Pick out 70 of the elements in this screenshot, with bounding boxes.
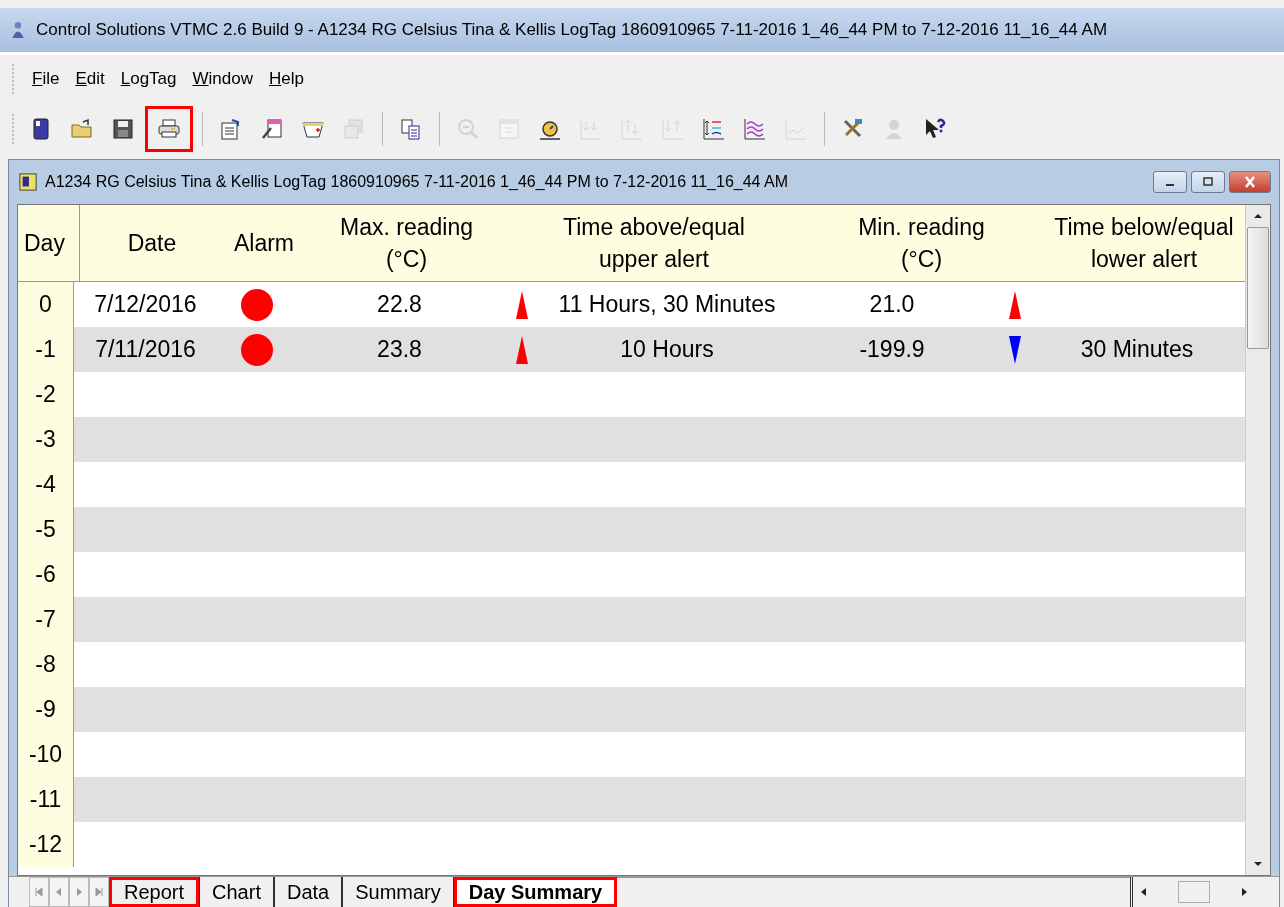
day-cell: -5	[18, 507, 74, 552]
day-cell: -1	[18, 327, 74, 372]
previous-icon	[54, 887, 64, 897]
scrollbar-thumb[interactable]	[1247, 227, 1269, 349]
window-title: Control Solutions VTMC 2.6 Build 9 - A1234 RG Celsius Tina & Kellis LogTag 1860910965 7-11-2016 1_46_44 PM to 7-12-2016 11_16_44 AM	[36, 20, 1108, 40]
chart-icon	[660, 116, 686, 142]
date-cell: 7/11/2016	[95, 336, 196, 363]
calendar-icon	[496, 116, 522, 142]
column-header: Time below/equal lower alert	[1053, 213, 1235, 274]
time-above-cell: 11 Hours, 30 Minutes	[558, 291, 776, 318]
printer-button[interactable]	[145, 106, 193, 152]
chart-icon	[701, 116, 727, 142]
column-header: Alarm	[232, 229, 296, 258]
first-icon	[34, 887, 44, 897]
day-cell: -9	[18, 687, 74, 732]
day-cell: -7	[18, 597, 74, 642]
minimize-button[interactable]	[1153, 171, 1187, 193]
date-cell: 7/12/2016	[94, 291, 197, 318]
next-icon	[74, 887, 84, 897]
menu-item[interactable]: File	[29, 67, 63, 91]
max-reading-cell: 22.8	[377, 291, 422, 318]
scrollbar-thumb[interactable]	[1178, 881, 1210, 903]
column-header: Max. reading (°C)	[339, 213, 474, 274]
sheet-tab[interactable]: Summary	[342, 877, 454, 907]
day-cell: -3	[18, 417, 74, 462]
close-button[interactable]	[1229, 171, 1271, 193]
minimize-icon	[1166, 184, 1174, 186]
column-header: Date	[126, 229, 178, 258]
scroll-right-icon[interactable]	[1239, 887, 1249, 897]
column-header: Min. reading (°C)	[857, 213, 986, 274]
day-cell: 0	[18, 282, 74, 327]
zoom-out-icon	[455, 116, 481, 142]
menu-item[interactable]: Help	[266, 67, 307, 91]
day-cell: -2	[18, 372, 74, 417]
last-tab-button[interactable]	[89, 877, 109, 907]
chart-icon	[783, 116, 809, 142]
day-cell: -4	[18, 462, 74, 507]
scroll-down-icon[interactable]	[1253, 859, 1263, 869]
chart-icon	[742, 116, 768, 142]
document-title: A1234 RG Celsius Tina & Kellis LogTag 1860910965 7-11-2016 1_46_44 PM to 7-12-2016 11_16_44 AM	[45, 173, 790, 191]
sheet-tab[interactable]: Report	[109, 877, 200, 907]
next-tab-button[interactable]	[69, 877, 89, 907]
chart-icon	[619, 116, 645, 142]
last-icon	[94, 887, 104, 897]
document-icon	[19, 173, 37, 191]
maximize-button[interactable]	[1191, 171, 1225, 193]
menu-item[interactable]: Edit	[72, 67, 108, 91]
chart-icon	[578, 116, 604, 142]
scroll-up-icon[interactable]	[1253, 211, 1263, 221]
menu-item[interactable]: LogTag	[117, 67, 180, 91]
min-reading-cell: 21.0	[869, 291, 915, 318]
scroll-left-icon[interactable]	[1139, 887, 1149, 897]
vertical-scrollbar[interactable]	[1245, 205, 1270, 875]
day-cell: -8	[18, 642, 74, 687]
day-cell: -6	[18, 552, 74, 597]
time-below-cell: 30 Minutes	[1080, 336, 1194, 363]
menu-item[interactable]: Window	[189, 67, 256, 91]
sheet-tab[interactable]: Data	[273, 877, 343, 907]
day-cell: -10	[18, 732, 74, 777]
sheet-tab[interactable]: Day Summary	[453, 877, 618, 907]
time-above-cell: 10 Hours	[620, 336, 714, 363]
column-header: Time above/equal upper alert	[562, 213, 746, 274]
day-cell: -12	[18, 822, 74, 867]
app-icon	[10, 20, 26, 40]
day-cell: -11	[18, 777, 74, 822]
max-reading-cell: 23.8	[377, 336, 422, 363]
sheet-tab[interactable]: Chart	[199, 877, 274, 907]
previous-tab-button[interactable]	[49, 877, 69, 907]
first-tab-button[interactable]	[29, 877, 49, 907]
min-reading-cell: -199.9	[859, 336, 925, 363]
